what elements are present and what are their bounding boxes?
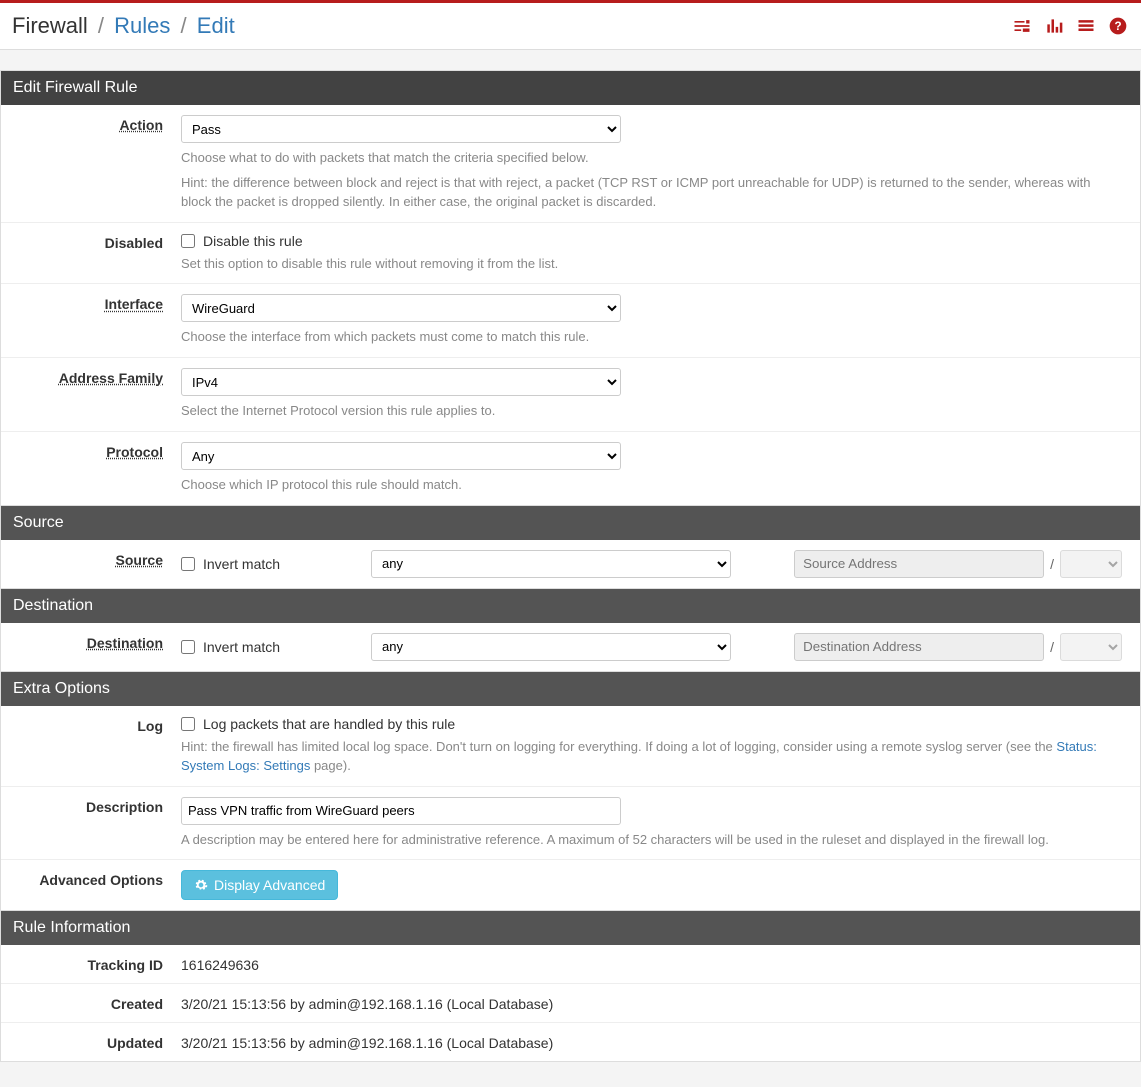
updated-value: 3/20/21 15:13:56 by admin@192.168.1.16 (… [181,1033,1140,1051]
label-log: Log [137,718,163,734]
disabled-chk-label: Disable this rule [203,233,303,249]
tracking-id-value: 1616249636 [181,955,1140,973]
protocol-help: Choose which IP protocol this rule shoul… [181,476,1122,495]
section-extra-title: Extra Options [1,672,1140,706]
source-mask-select[interactable] [1060,550,1122,578]
interface-help: Choose the interface from which packets … [181,328,1122,347]
interface-select[interactable]: WireGuard [181,294,621,322]
breadcrumb-sep: / [98,13,104,38]
label-disabled: Disabled [105,235,163,251]
label-protocol: Protocol [106,444,163,460]
destination-mask-select[interactable] [1060,633,1122,661]
label-source: Source [116,552,163,568]
section-info-title: Rule Information [1,911,1140,945]
settings-sliders-icon[interactable] [1011,15,1033,37]
label-destination: Destination [87,635,163,651]
breadcrumb: Firewall / Rules / Edit [12,13,235,39]
label-address-family: Address Family [59,370,163,386]
source-invert-label: Invert match [203,556,280,572]
log-checkbox[interactable] [181,717,195,731]
label-created: Created [111,996,163,1012]
destination-address-input[interactable] [794,633,1044,661]
log-chk-label: Log packets that are handled by this rul… [203,716,455,732]
address-family-select[interactable]: IPv4 [181,368,621,396]
breadcrumb-edit[interactable]: Edit [197,13,235,38]
label-description: Description [86,799,163,815]
display-advanced-label: Display Advanced [214,877,325,893]
log-help: Hint: the firewall has limited local log… [181,738,1122,776]
svg-text:?: ? [1114,20,1121,33]
breadcrumb-rules[interactable]: Rules [114,13,170,38]
mask-separator: / [1050,556,1054,572]
source-address-input[interactable] [794,550,1044,578]
label-action: Action [119,117,163,133]
breadcrumb-root[interactable]: Firewall [12,13,88,38]
label-interface: Interface [105,296,163,312]
action-help1: Choose what to do with packets that matc… [181,149,1122,168]
action-select[interactable]: Pass [181,115,621,143]
label-updated: Updated [107,1035,163,1051]
source-invert-checkbox[interactable] [181,557,195,571]
bar-chart-icon[interactable] [1043,15,1065,37]
source-type-select[interactable]: any [371,550,731,578]
section-destination-title: Destination [1,589,1140,623]
label-tracking-id: Tracking ID [88,957,163,973]
gear-icon [194,878,208,892]
destination-type-select[interactable]: any [371,633,731,661]
list-icon[interactable] [1075,15,1097,37]
label-advanced: Advanced Options [39,872,163,888]
protocol-select[interactable]: Any [181,442,621,470]
section-edit-title: Edit Firewall Rule [1,71,1140,105]
destination-invert-label: Invert match [203,639,280,655]
address-family-help: Select the Internet Protocol version thi… [181,402,1122,421]
action-help2: Hint: the difference between block and r… [181,174,1122,212]
help-icon[interactable]: ? [1107,15,1129,37]
mask-separator: / [1050,639,1054,655]
display-advanced-button[interactable]: Display Advanced [181,870,338,900]
description-help: A description may be entered here for ad… [181,831,1122,850]
disabled-help: Set this option to disable this rule wit… [181,255,1122,274]
disabled-checkbox[interactable] [181,234,195,248]
description-input[interactable] [181,797,621,825]
section-source-title: Source [1,506,1140,540]
breadcrumb-sep: / [181,13,187,38]
created-value: 3/20/21 15:13:56 by admin@192.168.1.16 (… [181,994,1140,1012]
destination-invert-checkbox[interactable] [181,640,195,654]
